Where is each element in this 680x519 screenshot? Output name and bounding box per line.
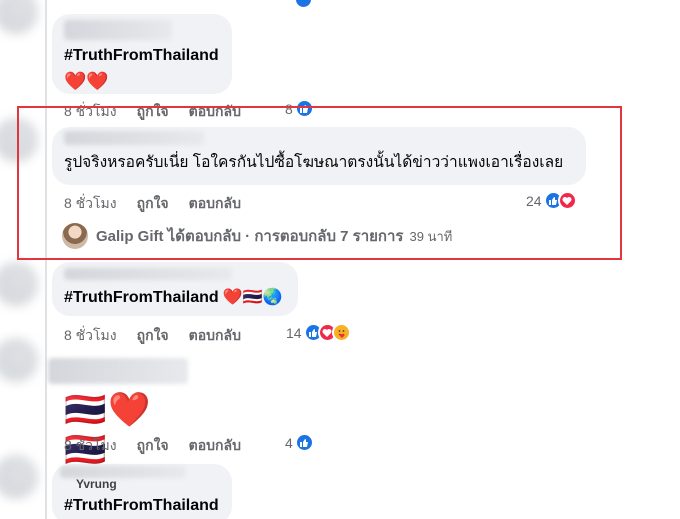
like-button[interactable]: ถูกใจ — [137, 435, 169, 457]
reaction-number: 14 — [286, 324, 302, 341]
like-button[interactable]: ถูกใจ — [137, 325, 169, 347]
avatar[interactable] — [0, 338, 38, 382]
commenter-name[interactable] — [48, 358, 188, 384]
reply-button[interactable]: ตอบกลับ — [189, 193, 241, 215]
care-reaction-icon — [331, 323, 351, 342]
replies-time: 39 นาที — [409, 228, 453, 244]
comment-time[interactable]: 8 ชั่วโมง — [64, 435, 117, 457]
avatar[interactable] — [0, 0, 38, 34]
commenter-name[interactable]: Yvrung — [76, 477, 117, 491]
like-reaction-icon — [294, 433, 314, 452]
comment-emoji: 🇹🇭❤️🇹🇭 — [64, 391, 153, 469]
like-button[interactable]: ถูกใจ — [137, 193, 169, 215]
replies-summary[interactable]: Galip Gift ได้ตอบกลับ · การตอบกลับ 7 ราย… — [96, 224, 404, 248]
comment-bubble: Yvrung #TruthFromThailand — [52, 464, 232, 519]
reaction-count[interactable]: 24 — [526, 191, 577, 210]
comment-actions: 8 ชั่วโมง ถูกใจ ตอบกลับ — [64, 193, 261, 215]
love-reaction-icon — [557, 191, 577, 210]
commenter-name[interactable] — [64, 20, 172, 40]
reaction-number: 4 — [285, 434, 293, 451]
reaction-count[interactable]: 4 — [285, 433, 314, 452]
comment-text[interactable]: #TruthFromThailand — [64, 44, 220, 68]
comment-text[interactable]: #TruthFromThailand — [64, 494, 220, 518]
reaction-number: 24 — [526, 192, 542, 209]
comment-actions: 8 ชั่วโมง ถูกใจ ตอบกลับ — [64, 325, 261, 347]
reply-button[interactable]: ตอบกลับ — [189, 435, 241, 457]
avatar[interactable] — [0, 262, 38, 306]
comment-bubble: 🇹🇭❤️🇹🇭 — [48, 352, 200, 469]
comment-bubble: #TruthFromThailand ❤️❤️ — [52, 14, 232, 94]
comment-actions: 8 ชั่วโมง ถูกใจ ตอบกลับ — [64, 435, 261, 457]
commenter-name[interactable] — [64, 268, 232, 280]
comment-emoji: ❤️🇹🇭🌏 — [222, 289, 283, 306]
view-replies-link[interactable]: Galip Gift ได้ตอบกลับ · การตอบกลับ 7 ราย… — [62, 223, 452, 249]
comment-time[interactable]: 8 ชั่วโมง — [64, 193, 117, 215]
comment-text[interactable]: รูปจริงหรอครับเนี่ย โอใครกันไปซื้อโฆษณาต… — [64, 151, 574, 175]
comment-time[interactable]: 8 ชั่วโมง — [64, 325, 117, 347]
reply-button[interactable]: ตอบกลับ — [189, 325, 241, 347]
avatar — [62, 223, 88, 249]
like-reaction-icon — [294, 0, 313, 9]
comment-emoji: ❤️❤️ — [64, 71, 109, 91]
comment-text[interactable]: #TruthFromThailand — [64, 286, 219, 310]
avatar[interactable] — [0, 455, 38, 499]
commenter-name[interactable] — [64, 131, 204, 145]
comment-bubble: รูปจริงหรอครับเนี่ย โอใครกันไปซื้อโฆษณาต… — [52, 127, 586, 185]
comment-bubble: #TruthFromThailand ❤️🇹🇭🌏 — [52, 262, 298, 316]
reaction-count[interactable]: 14 — [286, 323, 351, 342]
